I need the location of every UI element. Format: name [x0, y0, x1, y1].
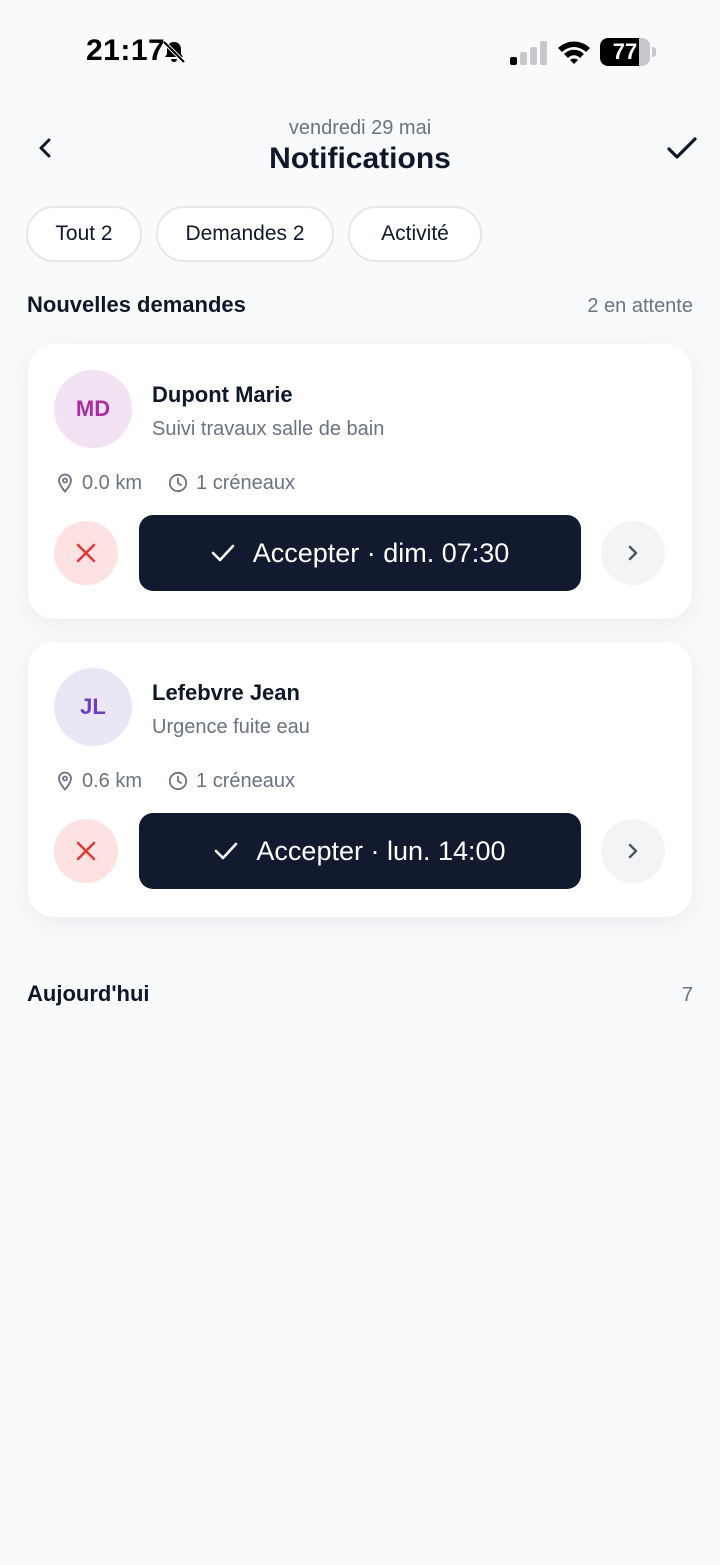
- request-card[interactable]: MD Dupont Marie Suivi travaux salle de b…: [28, 344, 692, 619]
- avatar: MD: [54, 370, 132, 448]
- tab-requests[interactable]: Demandes 2: [156, 206, 334, 262]
- request-meta: 0.6 km 1 créneaux: [56, 768, 321, 794]
- battery-level: 77: [612, 39, 638, 64]
- slots-info: 1 créneaux: [168, 472, 295, 495]
- accept-label: Accepter · lun. 14:00: [256, 835, 506, 866]
- accept-button[interactable]: Accepter · lun. 14:00: [139, 813, 581, 889]
- clock-icon: [168, 771, 188, 791]
- details-button[interactable]: [601, 521, 665, 585]
- checkmark-icon: [215, 842, 238, 860]
- cellular-signal-icon: [510, 41, 547, 65]
- tab-label: Tout 2: [55, 222, 113, 245]
- notifications-screen: 21:17 77 vendredi 29 mai Notifications T…: [0, 0, 720, 1565]
- slots-info: 1 créneaux: [168, 770, 295, 793]
- slots-value: 1 créneaux: [196, 769, 295, 792]
- section-title-today: Aujourd'hui: [27, 981, 150, 1006]
- close-icon: [76, 841, 96, 861]
- mark-all-read-button[interactable]: [660, 126, 704, 170]
- avatar: JL: [54, 668, 132, 746]
- client-name: Dupont Marie: [152, 382, 293, 407]
- header-date: vendredi 29 mai: [288, 117, 432, 139]
- wifi-icon: [558, 41, 590, 64]
- chevron-right-icon: [628, 843, 638, 859]
- status-bar: 21:17 77: [0, 0, 720, 100]
- status-time: 21:17: [86, 34, 166, 67]
- page-title: Notifications: [269, 142, 451, 175]
- checkmark-icon: [211, 544, 234, 562]
- tab-label: Demandes 2: [185, 222, 305, 245]
- request-subject: Suivi travaux salle de bain: [152, 418, 385, 440]
- close-icon: [76, 543, 96, 563]
- reject-button[interactable]: [54, 521, 118, 585]
- slots-value: 1 créneaux: [196, 471, 295, 494]
- details-button[interactable]: [601, 819, 665, 883]
- location-pin-icon: [58, 473, 72, 493]
- clock-icon: [168, 473, 188, 493]
- distance-value: 0.6 km: [82, 769, 143, 792]
- battery-icon: 77: [600, 38, 656, 66]
- tab-all[interactable]: Tout 2: [26, 206, 142, 262]
- accept-button[interactable]: Accepter · dim. 07:30: [139, 515, 581, 591]
- chevron-right-icon: [628, 545, 638, 561]
- tab-activity[interactable]: Activité: [348, 206, 482, 262]
- accept-label: Accepter · dim. 07:30: [252, 537, 510, 568]
- tab-label: Activité: [381, 222, 449, 245]
- checkmark-icon: [667, 137, 697, 159]
- pending-count: 2 en attente: [587, 295, 693, 317]
- reject-button[interactable]: [54, 819, 118, 883]
- location-pin-icon: [58, 771, 72, 791]
- request-card[interactable]: JL Lefebvre Jean Urgence fuite eau 0.6 k…: [28, 642, 692, 917]
- request-subject: Urgence fuite eau: [152, 716, 310, 738]
- section-title-new-requests: Nouvelles demandes: [27, 292, 246, 317]
- distance-info: 0.6 km: [56, 770, 142, 793]
- today-count: 7: [681, 984, 693, 1006]
- request-meta: 0.0 km 1 créneaux: [56, 470, 321, 496]
- distance-value: 0.0 km: [82, 471, 143, 494]
- client-name: Lefebvre Jean: [152, 680, 300, 705]
- bell-slash-icon: [162, 40, 186, 64]
- distance-info: 0.0 km: [56, 472, 142, 495]
